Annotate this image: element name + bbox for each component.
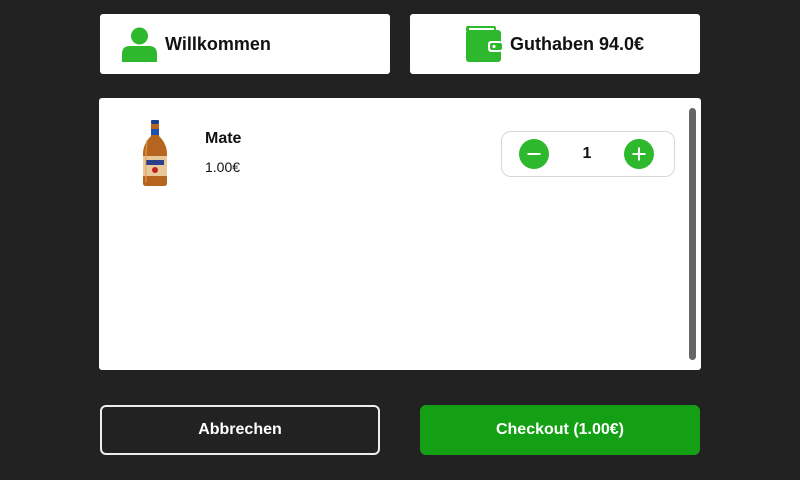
welcome-card: Willkommen	[100, 14, 390, 74]
plus-icon	[632, 147, 646, 161]
balance-card: Guthaben 94.0€	[410, 14, 700, 74]
scrollbar[interactable]	[689, 108, 696, 360]
increase-quantity-button[interactable]	[624, 139, 654, 169]
cancel-button[interactable]: Abbrechen	[100, 405, 380, 455]
item-price: 1.00€	[205, 159, 241, 175]
app-screen: Willkommen Guthaben 94.0€ Mate 1.00€ 1 A…	[0, 0, 800, 480]
balance-text: Guthaben 94.0€	[509, 33, 645, 54]
quantity-value: 1	[582, 145, 592, 162]
item-name: Mate	[205, 130, 242, 147]
wallet-icon	[465, 26, 502, 62]
decrease-quantity-button[interactable]	[519, 139, 549, 169]
cart-item: Mate 1.00€ 1	[99, 98, 699, 208]
bottle-icon	[143, 120, 167, 186]
welcome-text: Willkommen	[165, 33, 271, 54]
quantity-stepper: 1	[501, 131, 675, 177]
checkout-button[interactable]: Checkout (1.00€)	[420, 405, 700, 455]
user-icon	[122, 27, 157, 62]
minus-icon	[527, 153, 541, 155]
cart-panel[interactable]: Mate 1.00€ 1	[99, 98, 701, 370]
